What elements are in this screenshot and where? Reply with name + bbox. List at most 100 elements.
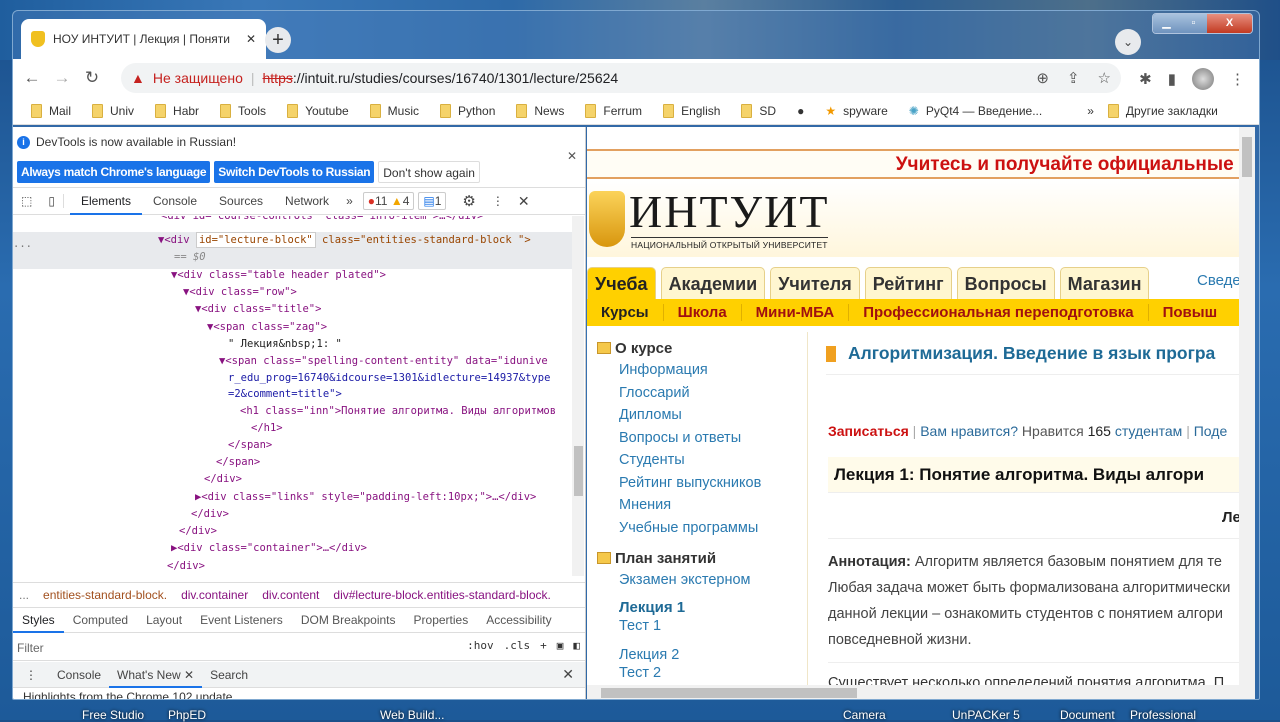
- nav-reyting[interactable]: Рейтинг: [864, 267, 952, 299]
- dom-line[interactable]: ▶<div class="container">…</div>: [171, 540, 367, 557]
- reload-button[interactable]: ↻: [77, 68, 107, 88]
- sidebar-item[interactable]: Рейтинг выпускников: [597, 472, 807, 495]
- sidebar-item[interactable]: Мнения: [597, 494, 807, 517]
- dom-line[interactable]: ▼<span class="spelling-content-entity" d…: [219, 353, 548, 370]
- tab-search-button[interactable]: ⌄: [1115, 29, 1141, 55]
- devtools-menu-icon[interactable]: ⋮: [484, 194, 512, 208]
- breadcrumb-item[interactable]: div#lecture-block.entities-standard-bloc…: [333, 588, 550, 602]
- sidebar-item-test-1[interactable]: Тест 1: [597, 617, 807, 636]
- sidebar-item-exam[interactable]: Экзамен экстерном: [597, 569, 807, 592]
- bookmark-tools[interactable]: Tools: [220, 103, 266, 118]
- sidebar-item-lecture-2[interactable]: Лекция 2: [597, 646, 807, 664]
- bookmark-habr[interactable]: Habr: [155, 103, 199, 118]
- dom-line[interactable]: </div>: [191, 506, 229, 523]
- bookmark-other[interactable]: Другие закладки: [1107, 103, 1218, 118]
- share-link[interactable]: Поде: [1194, 423, 1228, 439]
- nav-uchitelya[interactable]: Учителя: [770, 267, 860, 299]
- bookmark-globe[interactable]: ●: [797, 104, 804, 118]
- course-title[interactable]: Алгоритмизация. Введение в язык програ: [826, 337, 1239, 375]
- more-bookmarks-icon[interactable]: »: [1087, 104, 1094, 118]
- tab-styles[interactable]: Styles: [13, 608, 64, 633]
- share-icon[interactable]: ⇪: [1067, 69, 1080, 87]
- close-window-button[interactable]: X: [1207, 14, 1252, 33]
- subnav-mini-mba[interactable]: Мини-МБА: [742, 304, 850, 321]
- tab-accessibility[interactable]: Accessibility: [477, 608, 560, 633]
- subnav-shkola[interactable]: Школа: [664, 304, 742, 321]
- nav-magazin[interactable]: Магазин: [1059, 267, 1150, 299]
- breadcrumb-item[interactable]: div.content: [262, 588, 319, 602]
- nav-voprosy[interactable]: Вопросы: [956, 267, 1055, 299]
- close-notice-icon[interactable]: ✕: [567, 149, 577, 163]
- tab-elements[interactable]: Elements: [69, 188, 142, 215]
- site-logo[interactable]: ИНТУИТ: [629, 185, 829, 238]
- maximize-button[interactable]: ▫: [1180, 14, 1207, 33]
- subnav-povysh[interactable]: Повыш: [1149, 304, 1231, 321]
- sidebar-item[interactable]: Глоссарий: [597, 382, 807, 405]
- tab-network[interactable]: Network: [274, 188, 340, 215]
- scrollbar-thumb[interactable]: [1242, 137, 1252, 177]
- back-button[interactable]: ←: [17, 68, 47, 88]
- dom-line[interactable]: <h1 class="inn">Понятие алгоритма. Виды …: [240, 403, 556, 420]
- promo-banner[interactable]: Учитесь и получайте официальные д: [587, 149, 1239, 179]
- drawer-tab-whats-new[interactable]: What's New ✕: [109, 662, 203, 688]
- minimize-button[interactable]: ▁: [1153, 14, 1180, 33]
- subnav-retraining[interactable]: Профессиональная переподготовка: [849, 304, 1149, 321]
- dom-scrollbar[interactable]: [572, 216, 584, 576]
- tab-layout[interactable]: Layout: [137, 608, 191, 633]
- dom-line[interactable]: <div id="course-controls" class="info-it…: [161, 216, 483, 225]
- dom-line[interactable]: ▼<span class="zag">: [207, 319, 327, 336]
- bookmark-music[interactable]: Music: [369, 103, 419, 118]
- more-tabs-icon[interactable]: »: [340, 194, 359, 208]
- device-toolbar-icon[interactable]: ▯: [40, 194, 64, 208]
- dom-line[interactable]: ▶<div class="links" style="padding-left:…: [195, 489, 536, 506]
- match-language-button[interactable]: Always match Chrome's language: [17, 161, 211, 183]
- styles-filter-input[interactable]: Filter :hov .cls + ▣ ◧: [13, 634, 585, 661]
- row-ellipsis[interactable]: ...: [13, 236, 32, 253]
- page-horizontal-scrollbar[interactable]: [587, 685, 1255, 699]
- sidebar-item[interactable]: Вопросы и ответы: [597, 427, 807, 450]
- menu-icon[interactable]: ⋮: [1230, 70, 1245, 88]
- switch-russian-button[interactable]: Switch DevTools to Russian: [214, 161, 375, 183]
- scrollbar-thumb[interactable]: [601, 688, 857, 698]
- like-link[interactable]: Вам нравится?: [920, 423, 1018, 439]
- forward-button[interactable]: →: [47, 68, 77, 88]
- page-vertical-scrollbar[interactable]: [1239, 127, 1255, 685]
- dom-line[interactable]: ▼<div class="title">: [195, 301, 321, 318]
- dom-line[interactable]: r_edu_prog=16740&idcourse=1301&idlecture…: [228, 370, 550, 387]
- dom-line[interactable]: ▼<div class="row">: [183, 284, 297, 301]
- dom-line[interactable]: =2&comment=title">: [228, 386, 342, 403]
- bookmark-ferrum[interactable]: Ferrum: [585, 103, 642, 118]
- breadcrumb-item[interactable]: entities-standard-block.: [43, 588, 167, 602]
- drawer-menu-icon[interactable]: ⋮: [13, 668, 49, 682]
- enroll-link[interactable]: Записаться: [828, 423, 909, 439]
- bookmark-mail[interactable]: Mail: [31, 103, 71, 118]
- breadcrumb-ellipsis[interactable]: ...: [19, 588, 29, 602]
- paint-icon[interactable]: ▣: [557, 639, 564, 652]
- sidebar-item[interactable]: Учебные программы: [597, 517, 807, 540]
- tab-event-listeners[interactable]: Event Listeners: [191, 608, 292, 633]
- close-tab-icon[interactable]: ✕: [246, 32, 256, 46]
- extensions-icon[interactable]: ✱: [1139, 70, 1152, 88]
- new-tab-button[interactable]: +: [265, 27, 291, 53]
- close-drawer-icon[interactable]: ✕: [550, 666, 585, 683]
- dom-line[interactable]: ▼<div class="table header plated">: [171, 267, 386, 284]
- tab-dom-breakpoints[interactable]: DOM Breakpoints: [292, 608, 405, 633]
- dom-line[interactable]: </div>: [204, 471, 242, 488]
- new-rule-icon[interactable]: +: [540, 639, 547, 652]
- browser-tab[interactable]: НОУ ИНТУИТ | Лекция | Поняти ✕: [21, 19, 266, 59]
- side-panel-icon[interactable]: ▮: [1168, 70, 1176, 88]
- drawer-tab-search[interactable]: Search: [202, 662, 256, 688]
- bookmark-python[interactable]: Python: [440, 103, 495, 118]
- bookmark-youtube[interactable]: Youtube: [287, 103, 349, 118]
- nav-akademii[interactable]: Академии: [660, 267, 766, 299]
- sidebar-item[interactable]: Информация: [597, 359, 807, 382]
- bookmark-star-icon[interactable]: ☆: [1098, 69, 1111, 87]
- address-bar[interactable]: ▲ Не защищено | https ://intuit.ru/studi…: [121, 63, 1121, 93]
- dom-line[interactable]: ▼<div id="lecture-block" class="entities…: [158, 232, 531, 249]
- tab-sources[interactable]: Sources: [208, 188, 274, 215]
- nav-ucheba[interactable]: Учеба: [587, 267, 656, 299]
- cls-toggle[interactable]: .cls: [504, 639, 531, 652]
- dom-line[interactable]: </span>: [228, 437, 272, 454]
- info-link[interactable]: Сведе: [1197, 272, 1239, 289]
- dom-text-node[interactable]: " Лекция&nbsp;1: ": [228, 336, 342, 353]
